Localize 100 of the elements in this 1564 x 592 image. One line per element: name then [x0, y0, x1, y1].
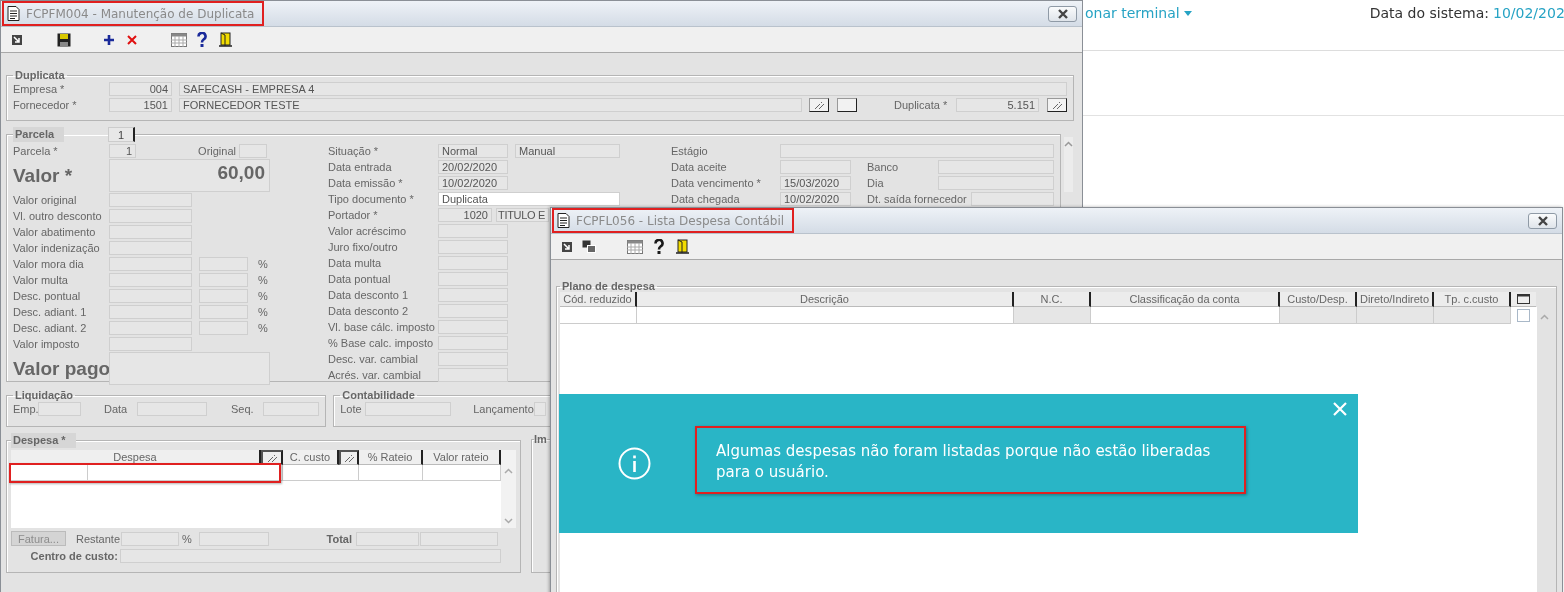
table-cell[interactable] [423, 465, 501, 481]
lookup-button[interactable] [339, 450, 359, 465]
table-cell[interactable] [1091, 307, 1280, 324]
input-field[interactable]: FORNECEDOR TESTE [179, 98, 802, 112]
input-field[interactable]: 1501 [109, 98, 172, 112]
field-label: Valor * [13, 164, 74, 187]
scrollbar[interactable] [501, 450, 516, 528]
table-cell[interactable] [1357, 307, 1434, 324]
lookup-button[interactable] [809, 98, 829, 112]
input-field[interactable]: 004 [109, 82, 172, 96]
chevron-up-icon [504, 468, 513, 474]
field-label: Vl. base cálc. imposto [328, 321, 436, 333]
notification-message: Algumas despesas não foram listadas porque não estão liberadas para o usuário. [695, 425, 1246, 494]
field-label: Desc. adiant. 2 [13, 322, 88, 334]
panel-legend: Parcela [13, 127, 65, 142]
field-label: Data multa [328, 257, 383, 269]
panel-legend: Contabilidade [340, 389, 417, 401]
close-button[interactable] [1528, 212, 1557, 229]
field-label: Duplicata * [894, 99, 949, 111]
dropdown-field[interactable]: Duplicata [438, 192, 620, 206]
field-label: Vl. outro desconto [13, 210, 103, 222]
percent-sign: % [258, 306, 268, 318]
panel-legend: Im [534, 433, 547, 445]
toolbar-button[interactable] [216, 30, 234, 49]
column-header: Descrição [637, 292, 1014, 307]
close-icon [1333, 402, 1347, 416]
plus-icon [104, 34, 114, 45]
grid-icon [171, 32, 187, 47]
percent-sign: % [258, 322, 268, 334]
column-header: Cód. reduzido [560, 292, 637, 307]
checkbox-icon [1517, 294, 1530, 304]
input-field[interactable]: Normal [438, 144, 508, 158]
field-label: Empresa * [13, 83, 66, 95]
field-label: Estágio [671, 145, 709, 157]
close-icon [1535, 215, 1550, 226]
toolbar-button[interactable] [673, 237, 691, 256]
close-button[interactable] [1048, 5, 1077, 22]
cross-icon [127, 34, 137, 45]
field-label: Acrés. var. cambial [328, 369, 422, 381]
table-cell[interactable] [1434, 307, 1511, 324]
table-cell[interactable] [560, 307, 637, 324]
input-field[interactable]: 15/03/2020 [780, 176, 851, 190]
panel-legend: Despesa * [11, 433, 76, 448]
input-field[interactable]: 1020 [438, 208, 492, 222]
help-icon [654, 239, 664, 254]
field-label: Valor mora dia [13, 258, 85, 270]
field-label: Desc. var. cambial [328, 353, 419, 365]
table-cell[interactable] [1014, 307, 1091, 324]
help-icon [197, 32, 207, 47]
percent-sign: % [258, 258, 268, 270]
checkbox[interactable] [1517, 309, 1530, 322]
document-icon [7, 6, 20, 21]
field-label: Juro fixo/outro [328, 241, 399, 253]
input-field[interactable]: 5.151 [956, 98, 1039, 112]
field-label: Original [197, 145, 236, 157]
column-header: Tp. c.custo [1434, 292, 1511, 307]
document-icon [557, 213, 570, 228]
input-field[interactable]: TITULO E [496, 208, 549, 222]
column-header: Classificação da conta [1091, 292, 1280, 307]
column-header: Custo/Desp. [1280, 292, 1357, 307]
table-cell[interactable] [1280, 307, 1357, 324]
blank-button[interactable] [837, 98, 857, 112]
field-label: Parcela * [13, 145, 59, 157]
table-cell[interactable] [283, 465, 359, 481]
input-field[interactable]: 20/02/2020 [438, 160, 508, 174]
info-icon [618, 447, 651, 480]
field-label: Data chegada [671, 193, 741, 205]
field-label: Centro de custo: [29, 550, 119, 562]
input-field[interactable]: 10/02/2020 [438, 176, 508, 190]
system-date: 10/02/202 [1493, 5, 1564, 21]
column-header: C. custo [283, 450, 339, 465]
input-field[interactable] [438, 368, 508, 382]
input-field[interactable] [534, 402, 547, 416]
input-field[interactable]: 1 [109, 144, 136, 158]
field-label: Data entrada [328, 161, 393, 173]
input-field[interactable]: SAFECASH - EMPRESA 4 [179, 82, 1067, 96]
value-field[interactable] [109, 352, 270, 385]
table-cell[interactable] [359, 465, 423, 481]
field-label: Dia [867, 177, 885, 189]
panel-legend: Plano de despesa [560, 280, 657, 292]
field-label: Data pontual [328, 273, 392, 285]
tab[interactable]: 1 [108, 127, 136, 142]
floppy-icon [57, 32, 71, 47]
scrollbar[interactable] [1064, 137, 1073, 192]
field-label: Total [325, 532, 353, 545]
percent-sign: % [182, 532, 193, 545]
input-field[interactable] [970, 192, 1054, 206]
input-field[interactable]: Manual [515, 144, 620, 158]
table-cell[interactable] [637, 307, 1014, 324]
checkbox-header[interactable] [1511, 292, 1536, 307]
field-label: Valor imposto [13, 338, 81, 350]
field-label: Seq. [231, 403, 255, 415]
window-title: FCPFM004 - Manutenção de Duplicata [26, 6, 255, 21]
field-label: Valor acréscimo [328, 225, 408, 237]
lookup-button[interactable] [1047, 98, 1067, 112]
percent-sign: % [258, 274, 268, 286]
input-field[interactable]: 10/02/2020 [780, 192, 851, 206]
field-label: Emp. [13, 403, 38, 415]
windows-icon [582, 240, 596, 253]
value-field[interactable]: 60,00 [109, 159, 270, 192]
